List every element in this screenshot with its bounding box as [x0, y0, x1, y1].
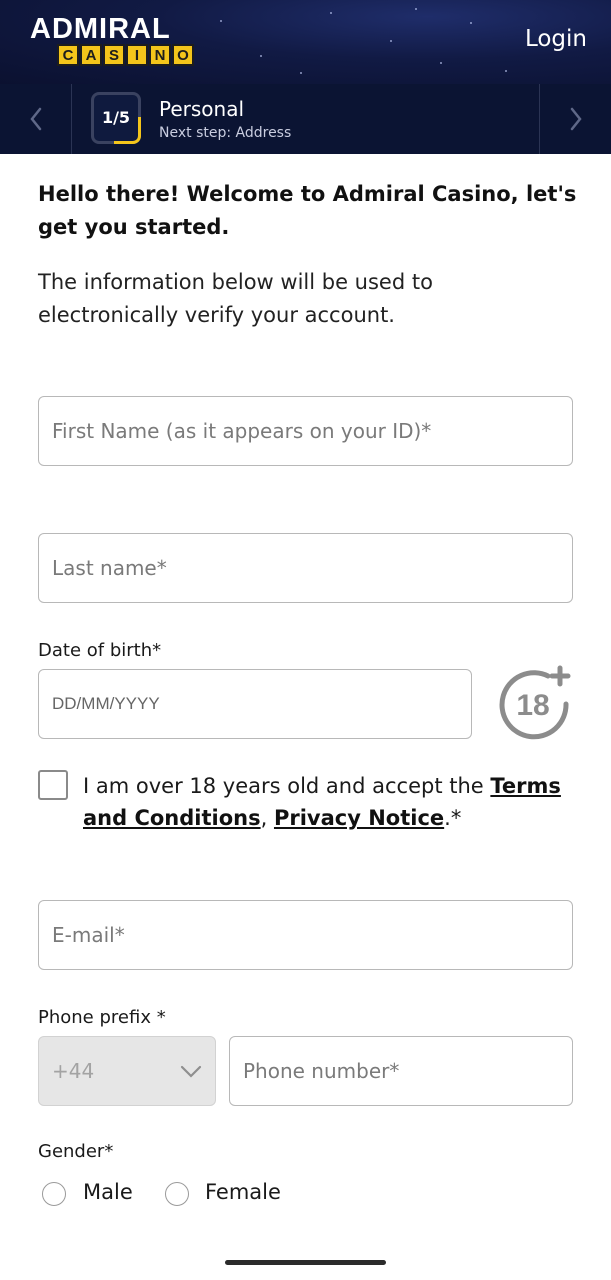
terms-suffix: .*: [444, 806, 462, 830]
previous-step-button[interactable]: [0, 84, 72, 154]
email-field[interactable]: [38, 900, 573, 970]
logo-tile: N: [149, 44, 171, 66]
star-decoration: [470, 22, 472, 24]
star-decoration: [415, 8, 417, 10]
star-decoration: [300, 72, 302, 74]
gender-male-radio[interactable]: [42, 1182, 66, 1206]
gender-label: Gender*: [38, 1141, 114, 1162]
age-badge-text: 18: [516, 689, 549, 722]
star-decoration: [260, 55, 262, 57]
date-of-birth-label: Date of birth*: [38, 640, 162, 661]
logo-tile: C: [57, 44, 79, 66]
star-decoration: [330, 12, 332, 14]
star-decoration: [505, 70, 507, 72]
terms-prefix: I am over 18 years old and accept the: [83, 774, 491, 798]
chevron-right-icon: [570, 107, 582, 131]
app-header: ADMIRAL C A S I N O Login: [0, 0, 611, 84]
phone-number-field[interactable]: [229, 1036, 573, 1106]
logo-casino-tiles: C A S I N O: [57, 44, 195, 66]
next-step-hint: Next step: Address: [159, 125, 292, 141]
logo-tile: A: [80, 44, 102, 66]
step-counter-badge: 1/5: [91, 92, 141, 144]
last-name-field[interactable]: [38, 533, 573, 603]
step-progress-bar: 1/5 Personal Next step: Address: [0, 84, 611, 154]
phone-prefix-value: +44: [52, 1059, 95, 1083]
date-of-birth-field[interactable]: [38, 669, 472, 739]
step-title: Personal: [159, 97, 245, 121]
gender-female-radio[interactable]: [165, 1182, 189, 1206]
first-name-field[interactable]: [38, 396, 573, 466]
logo-word: ADMIRAL: [30, 13, 171, 45]
star-decoration: [220, 20, 222, 22]
logo-tile: I: [126, 44, 148, 66]
phone-prefix-select[interactable]: +44: [38, 1036, 216, 1106]
chevron-left-icon: [29, 107, 41, 131]
gender-female-label[interactable]: Female: [205, 1180, 281, 1204]
star-decoration: [440, 62, 442, 64]
next-step-button[interactable]: [539, 84, 611, 154]
chevron-down-icon: [180, 1065, 202, 1078]
terms-separator: ,: [260, 806, 274, 830]
home-indicator[interactable]: [225, 1260, 386, 1265]
logo-tile: O: [172, 44, 194, 66]
welcome-heading: Hello there! Welcome to Admiral Casino, …: [38, 182, 577, 239]
login-button[interactable]: Login: [525, 26, 587, 52]
gender-male-label[interactable]: Male: [83, 1180, 133, 1204]
first-name-input[interactable]: [39, 397, 572, 465]
star-decoration: [390, 40, 392, 42]
email-input[interactable]: [39, 901, 572, 969]
age-18-plus-icon: 18: [499, 665, 571, 740]
last-name-input[interactable]: [39, 534, 572, 602]
verification-info-text: The information below will be used to el…: [38, 270, 433, 327]
phone-prefix-label: Phone prefix *: [38, 1007, 166, 1028]
terms-text: I am over 18 years old and accept the Te…: [83, 770, 583, 834]
privacy-notice-link[interactable]: Privacy Notice: [274, 806, 444, 830]
phone-number-input[interactable]: [230, 1037, 572, 1105]
admiral-casino-logo[interactable]: ADMIRAL C A S I N O: [30, 14, 200, 70]
terms-checkbox[interactable]: [38, 770, 68, 800]
logo-tile: S: [103, 44, 125, 66]
date-of-birth-input[interactable]: [39, 670, 471, 738]
